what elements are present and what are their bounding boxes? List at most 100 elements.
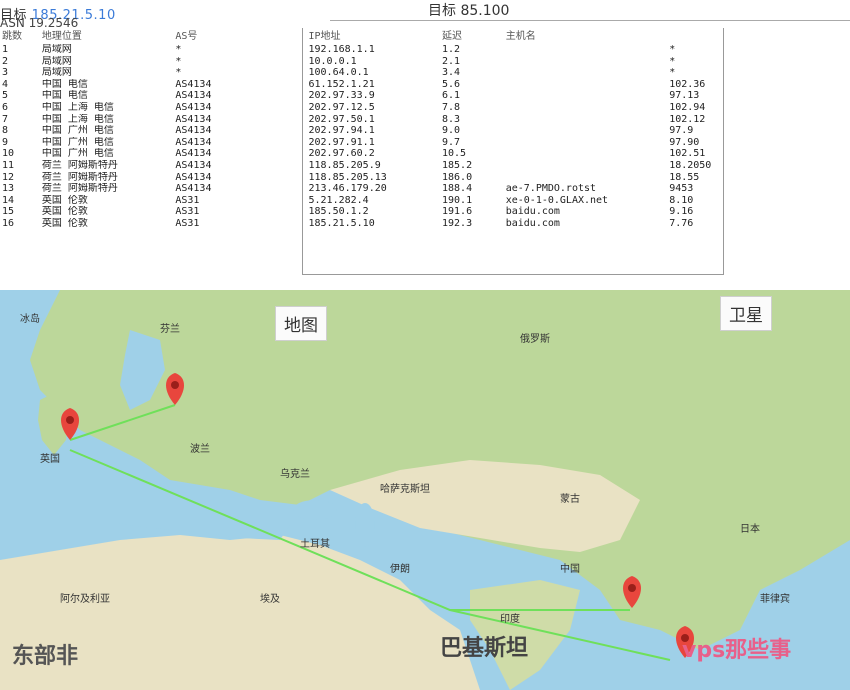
extra-cell: * [669,55,676,67]
col-extra [667,30,850,44]
watermark-center: 巴基斯坦 [440,636,529,661]
asn-cell: AS4134 [175,136,212,148]
extra-cell: 97.13 [669,90,700,102]
rtt-cell: 7.8 [442,101,461,113]
ip-cell: 5.21.282.4 [308,194,369,206]
host-cell [504,114,667,126]
geo-cell: 局域网 [41,55,72,67]
extra-cell: 9.16 [669,206,694,218]
table-row[interactable]: 14 英国 伦敦 AS31 5.21.282.4 190.1 xe-0-1-0.GLAX.… [0,195,850,207]
rtt-cell: 8.3 [442,113,461,125]
place-label: 俄罗斯 [520,334,550,345]
trace-table: 跳数 地理位置 AS号 IP地址 延迟 主机名 1 局域网 * 192.168.1.1… [0,30,850,230]
geo-cell: 局域网 [41,67,72,79]
table-row[interactable]: 5 中国 电信 AS4134 202.97.33.9 6.1 97.13 [0,90,850,102]
watermark-right: vps那些事 [682,638,792,663]
ip-cell: 202.97.60.2 [308,148,375,160]
table-row[interactable]: 13 荷兰 阿姆斯特丹 AS4134 213.46.179.20 188.4 ae-7.P… [0,183,850,195]
table-row[interactable]: 4 中国 电信 AS4134 61.152.1.21 5.6 102.36 [0,79,850,91]
rtt-cell: 5.6 [442,78,461,90]
asn-cell: AS4134 [175,183,212,195]
asn-cell: AS4134 [175,148,212,160]
extra-cell: * [669,44,676,55]
geo-cell: 英国 伦敦 [41,194,88,206]
rtt-cell: 186.0 [442,171,473,183]
asn-cell: AS31 [175,217,200,229]
table-row[interactable]: 7 中国 上海 电信 AS4134 202.97.50.1 8.3 102.12 [0,114,850,126]
trace-panel: 目标 185.21.5.10 ASN 19.2546 目标 85.100 跳数 … [0,0,850,290]
hop-cell: 12 [2,171,15,183]
host-cell: xe-0-1-0.GLAX.net [505,194,609,206]
target-asn: ASN 19.2546 [0,16,79,30]
table-row[interactable]: 2 局域网 * 10.0.0.1 2.1 * [0,56,850,68]
extra-cell: * [669,67,676,79]
table-row[interactable]: 10 中国 广州 电信 AS4134 202.97.60.2 10.5 102.51 [0,148,850,160]
place-label: 阿尔及利亚 [60,594,110,605]
table-row[interactable]: 3 局域网 * 100.64.0.1 3.4 * [0,67,850,79]
host-cell [504,90,667,102]
ip-cell: 61.152.1.21 [308,78,375,90]
col-host: 主机名 [505,31,536,43]
place-label: 芬兰 [160,324,180,335]
col-geo: 地理位置 [41,31,82,43]
hop-cell: 8 [2,125,9,137]
sea-black [293,500,337,520]
table-row[interactable]: 9 中国 广州 电信 AS4134 202.97.91.1 9.7 97.90 [0,137,850,149]
ip-cell: 202.97.91.1 [308,136,375,148]
place-label: 英国 [40,454,60,465]
place-label: 土耳其 [300,539,330,550]
asn-cell: * [175,55,182,67]
asn-cell: AS4134 [175,101,212,113]
host-cell: baidu.com [505,217,560,229]
hop-cell: 3 [2,67,9,79]
ip-cell: 202.97.94.1 [308,125,375,137]
place-label: 埃及 [260,594,280,605]
place-label: 乌克兰 [280,469,310,480]
geo-cell: 英国 伦敦 [41,206,88,218]
table-row[interactable]: 8 中国 广州 电信 AS4134 202.97.94.1 9.0 97.9 [0,125,850,137]
table-row[interactable]: 6 中国 上海 电信 AS4134 202.97.12.5 7.8 102.94 [0,102,850,114]
place-label: 蒙古 [560,494,580,505]
geo-cell: 中国 电信 [41,78,88,90]
ip-cell: 202.97.33.9 [308,90,375,102]
extra-cell: 7.76 [669,217,694,229]
hop-cell: 16 [2,217,15,229]
map-view-button[interactable]: 地图 [275,306,327,341]
hop-cell: 14 [2,194,15,206]
asn-cell: AS4134 [175,171,212,183]
asn-cell: * [175,44,182,55]
asn-cell: AS4134 [175,90,212,102]
ip-cell: 185.50.1.2 [308,206,369,218]
trace-body: 1 局域网 * 192.168.1.1 1.2 * 2 局域网 * 10.0.0.1 2.1 * 3 局域… [0,44,850,230]
ip-cell: 100.64.0.1 [308,67,369,79]
rtt-cell: 188.4 [442,183,473,195]
rtt-cell: 9.7 [442,136,461,148]
route-map[interactable]: 地图 卫星 冰岛 芬兰 俄罗斯 英国 波兰 乌克兰 哈萨克斯坦 蒙古 中国 日本… [0,290,850,690]
geo-cell: 荷兰 阿姆斯特丹 [41,159,118,171]
ip-cell: 213.46.179.20 [308,183,387,195]
col-ip: IP地址 [308,31,341,43]
table-row[interactable]: 1 局域网 * 192.168.1.1 1.2 * [0,44,850,56]
rtt-cell: 1.2 [442,44,461,55]
place-label: 日本 [740,524,760,535]
asn-cell: AS31 [175,206,200,218]
place-label: 中国 [560,564,580,575]
table-row[interactable]: 11 荷兰 阿姆斯特丹 AS4134 118.85.205.9 185.2 18.2050 [0,160,850,172]
ip-cell: 10.0.0.1 [308,55,357,67]
extra-cell: 18.2050 [669,159,712,171]
asn-cell: AS31 [175,194,200,206]
hop-cell: 9 [2,136,9,148]
rtt-cell: 3.4 [442,67,461,79]
table-row[interactable]: 16 英国 伦敦 AS31 185.21.5.10 192.3 baidu.com 7.76 [0,218,850,230]
extra-cell: 97.9 [669,125,694,137]
place-label: 菲律宾 [760,594,790,605]
asn-cell: * [175,67,182,79]
table-row[interactable]: 12 荷兰 阿姆斯特丹 AS4134 118.85.205.13 186.0 18.55 [0,172,850,184]
place-label: 印度 [500,614,520,625]
satellite-view-button[interactable]: 卫星 [720,296,772,331]
host-cell [504,67,667,79]
table-row[interactable]: 15 英国 伦敦 AS31 185.50.1.2 191.6 baidu.com 9.16 [0,206,850,218]
host-cell: baidu.com [505,206,560,218]
extra-cell: 8.10 [669,194,694,206]
geo-cell: 中国 广州 电信 [41,148,114,160]
